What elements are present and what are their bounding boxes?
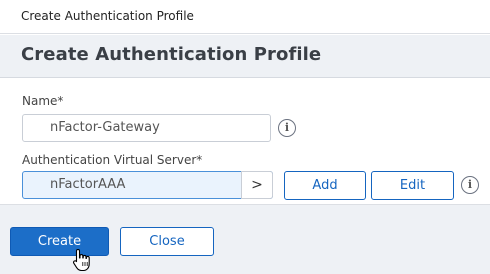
name-label: Name*: [22, 94, 64, 108]
page-title: Create Authentication Profile: [21, 44, 322, 65]
name-info-icon[interactable]: i: [278, 119, 296, 137]
dialog-header: Create Authentication Profile: [0, 35, 490, 78]
vserver-value: nFactorAAA: [50, 177, 126, 192]
hand-pointer-cursor-icon: [73, 248, 90, 272]
name-input[interactable]: nFactor-Gateway: [22, 114, 271, 142]
close-button[interactable]: Close: [120, 227, 214, 256]
form-body: Name* nFactor-Gateway i Authentication V…: [0, 79, 490, 204]
edit-button[interactable]: Edit: [371, 171, 454, 200]
window-title: Create Authentication Profile: [21, 9, 194, 23]
window-titlebar: Create Authentication Profile: [0, 0, 490, 34]
vserver-info-icon[interactable]: i: [461, 176, 479, 194]
vserver-select[interactable]: nFactorAAA >: [22, 171, 273, 199]
add-button[interactable]: Add: [284, 171, 366, 200]
chevron-right-icon[interactable]: >: [241, 171, 273, 199]
create-button[interactable]: Create: [10, 227, 109, 256]
vserver-label: Authentication Virtual Server*: [22, 153, 203, 167]
